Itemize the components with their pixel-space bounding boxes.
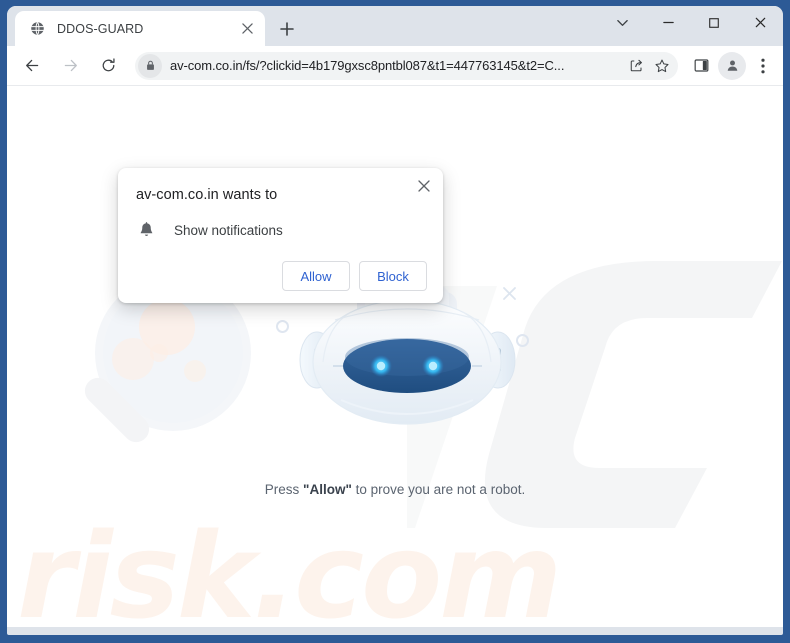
browser-window: DDOS-GUARD av-com.co.in/fs/?clickid=4b17…	[0, 0, 790, 643]
close-icon[interactable]	[238, 20, 256, 38]
maximize-button[interactable]	[691, 6, 737, 39]
reload-button[interactable]	[93, 51, 123, 81]
forward-button[interactable]	[55, 51, 85, 81]
robot-prompt-text: Press "Allow" to prove you are not a rob…	[7, 482, 783, 497]
window-close-button[interactable]	[737, 6, 783, 39]
tab-title: DDOS-GUARD	[57, 21, 144, 36]
person-avatar-icon[interactable]	[718, 51, 746, 80]
close-icon[interactable]	[413, 175, 435, 197]
decorative-circle-left	[276, 320, 289, 333]
robot-head-illustration	[299, 286, 516, 425]
share-icon[interactable]	[624, 54, 648, 78]
tab-search-button[interactable]	[599, 6, 645, 39]
prompt-emphasis: "Allow"	[303, 482, 352, 497]
allow-button[interactable]: Allow	[282, 261, 350, 291]
new-tab-button[interactable]	[275, 17, 299, 41]
browser-window-inner: DDOS-GUARD av-com.co.in/fs/?clickid=4b17…	[7, 6, 783, 635]
notification-permission-dialog: av-com.co.in wants to Show notifications…	[118, 168, 443, 303]
page-viewport: risk.com Press "Allow" to prove you are …	[7, 86, 783, 627]
bell-icon	[136, 220, 156, 240]
prompt-suffix: to prove you are not a robot.	[351, 482, 526, 497]
browser-tab[interactable]: DDOS-GUARD	[15, 11, 265, 46]
window-controls	[599, 6, 783, 46]
url-text[interactable]: av-com.co.in/fs/?clickid=4b179gxsc8pntbl…	[170, 58, 622, 73]
tab-strip: DDOS-GUARD	[7, 6, 783, 46]
block-button[interactable]: Block	[359, 261, 427, 291]
back-button[interactable]	[17, 51, 47, 81]
minimize-button[interactable]	[645, 6, 691, 39]
permission-request-row: Show notifications	[134, 220, 427, 240]
star-icon[interactable]	[650, 54, 674, 78]
lock-icon[interactable]	[138, 53, 162, 78]
permission-dialog-title: av-com.co.in wants to	[136, 187, 278, 203]
three-dot-menu-icon[interactable]	[749, 52, 777, 80]
globe-icon	[29, 21, 45, 37]
browser-toolbar: av-com.co.in/fs/?clickid=4b179gxsc8pntbl…	[7, 46, 783, 86]
permission-dialog-actions: Allow Block	[134, 261, 427, 291]
permission-label: Show notifications	[174, 222, 283, 238]
address-bar[interactable]: av-com.co.in/fs/?clickid=4b179gxsc8pntbl…	[135, 51, 678, 80]
prompt-prefix: Press	[264, 482, 304, 497]
side-panel-icon[interactable]	[687, 52, 715, 80]
